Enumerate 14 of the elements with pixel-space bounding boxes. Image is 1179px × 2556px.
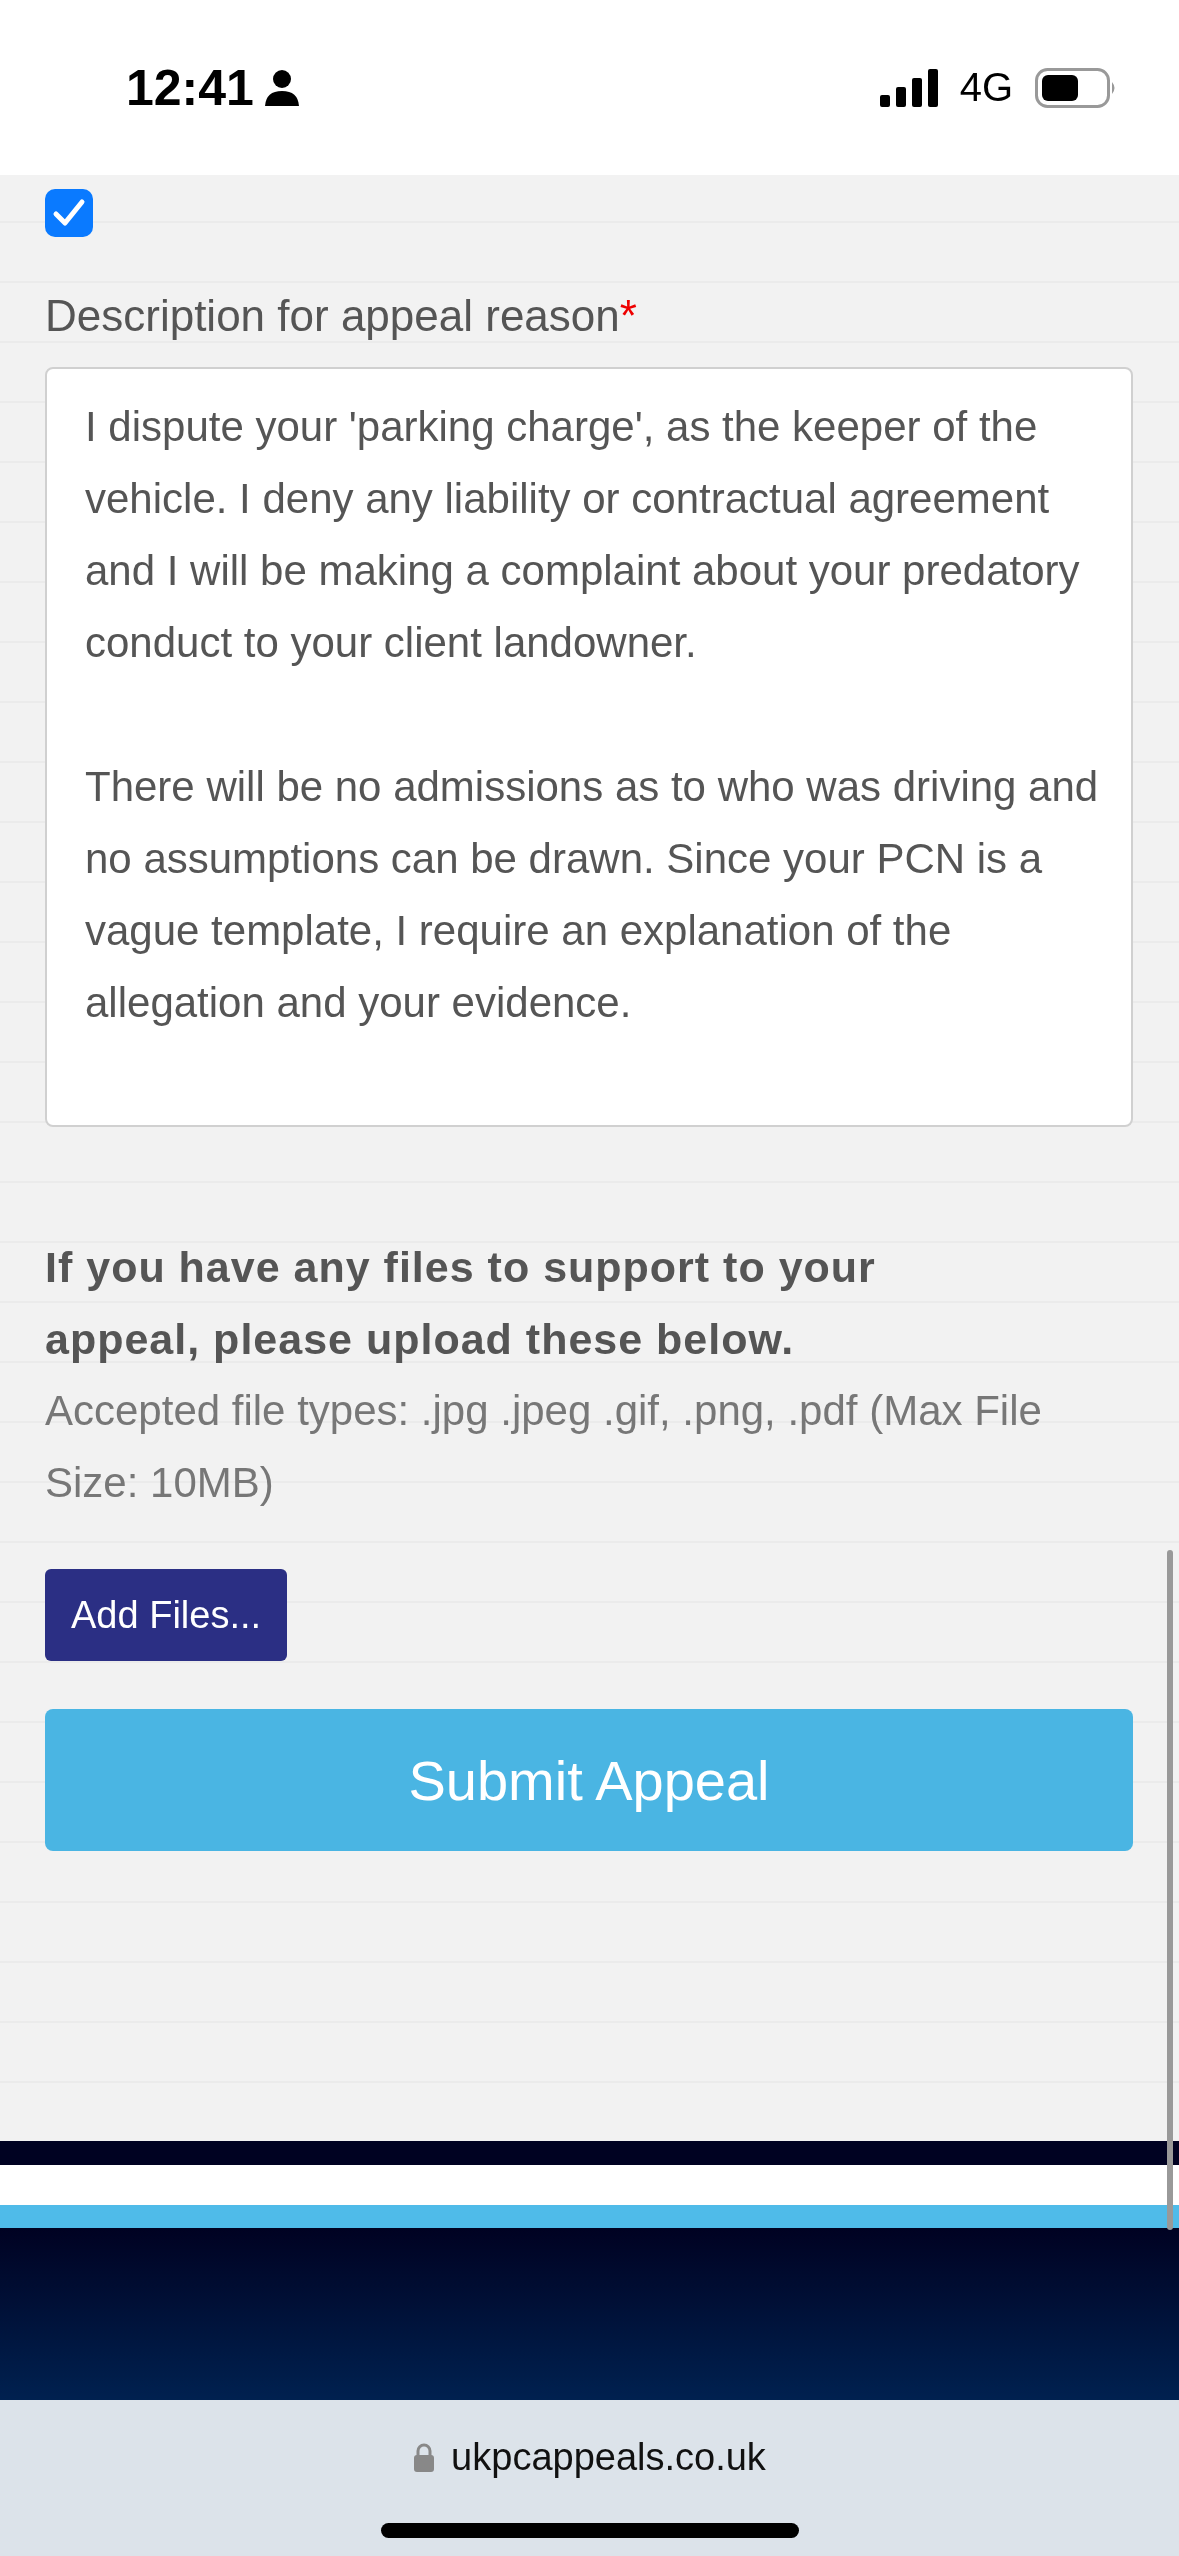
url-text[interactable]: ukpcappeals.co.uk: [451, 2436, 766, 2479]
file-types-hint: Accepted file types: .jpg .jpeg .gif, .png, .pdf (Max File Size: 10MB): [45, 1386, 1043, 1508]
checkbox[interactable]: [45, 189, 93, 237]
person-icon: [263, 68, 300, 107]
field-label: Description for appeal reason*: [45, 291, 638, 341]
lock-icon: [413, 2442, 436, 2473]
network-label: 4G: [959, 65, 1013, 110]
clock-time: 12:41: [126, 58, 254, 117]
description-field[interactable]: I dispute your 'parking charge', as the keeper of the vehicle. I deny any liability or contractual agreement and I will be making a complaint about your predatory conduct to your client landowner. There will be no admissions as to who was driving and no assumptions can be drawn. Since your PCN is a vague template, I require an explanation of the allegation and your evidence.: [45, 367, 1133, 1127]
add-files-button[interactable]: Add Files...: [45, 1569, 288, 1661]
battery-icon: [1035, 67, 1117, 108]
upload-heading: If you have any files to support to your appeal, please upload these below.: [45, 1242, 877, 1365]
signal-icon: [879, 68, 938, 107]
tick-icon: [52, 198, 86, 228]
